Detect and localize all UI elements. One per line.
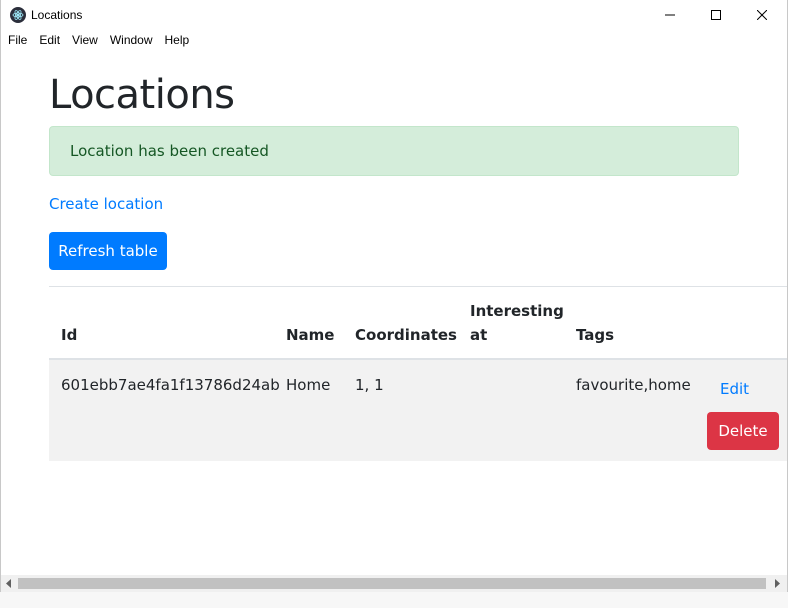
header-tags: Tags [576,326,615,344]
maximize-icon [711,10,721,20]
menu-edit[interactable]: Edit [39,33,60,47]
menu-bar: File Edit View Window Help [1,30,787,50]
window-title: Locations [31,8,83,22]
title-bar[interactable]: Locations [1,0,787,30]
success-alert: Location has been created [49,126,739,176]
menu-help[interactable]: Help [165,33,190,47]
cell-name: Home [286,376,331,394]
electron-app-icon [10,7,26,23]
cell-tags: favourite,home [576,376,691,394]
header-interesting-line1: Interesting [470,302,564,320]
minimize-icon [665,14,675,16]
scroll-right-arrow-icon[interactable] [773,579,781,588]
menu-view[interactable]: View [72,33,98,47]
page-content: Locations Location has been created Crea… [1,50,787,575]
edit-link[interactable]: Edit [720,380,749,398]
refresh-table-button[interactable]: Refresh table [49,232,167,270]
menu-window[interactable]: Window [110,33,153,47]
page-title: Locations [49,72,235,118]
menu-file[interactable]: File [8,33,27,47]
close-button[interactable] [739,0,785,30]
close-icon [757,10,767,20]
scroll-left-arrow-icon[interactable] [5,579,13,588]
table-top-border [49,286,787,287]
cell-coordinates: 1, 1 [355,376,384,394]
maximize-button[interactable] [693,0,739,30]
header-name: Name [286,326,335,344]
delete-button[interactable]: Delete [707,412,779,450]
app-window: Locations File Edit View Window Help Loc… [0,0,788,608]
header-interesting-line2: at [470,326,488,344]
header-id: Id [61,326,78,344]
minimize-button[interactable] [647,0,693,30]
cell-id: 601ebb7ae4fa1f13786d24ab [61,376,280,394]
create-location-link[interactable]: Create location [49,195,163,213]
scrollbar-thumb[interactable] [18,578,766,589]
background-strip [0,592,788,608]
alert-text: Location has been created [70,142,269,160]
header-coordinates: Coordinates [355,326,457,344]
horizontal-scrollbar[interactable] [1,575,787,592]
